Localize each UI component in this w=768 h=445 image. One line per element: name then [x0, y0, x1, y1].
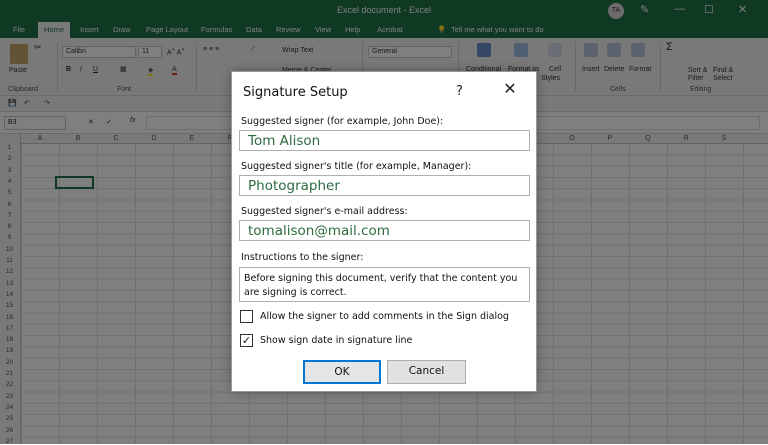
cancel-button[interactable]: Cancel — [387, 360, 466, 384]
instructions-line: are signing is correct. — [244, 287, 347, 298]
signer-label: Suggested signer (for example, John Doe)… — [241, 116, 444, 127]
dialog-close-button[interactable]: ✕ — [502, 81, 518, 97]
instructions-label: Instructions to the signer: — [241, 252, 364, 263]
show-date-checkbox[interactable]: ✓ — [240, 334, 253, 347]
signer-title-label: Suggested signer's title (for example, M… — [241, 161, 472, 172]
signer-title-input[interactable]: Photographer — [239, 175, 530, 196]
allow-comments-checkbox[interactable] — [240, 310, 253, 323]
ok-button[interactable]: OK — [303, 360, 381, 384]
dialog-title: Signature Setup — [243, 85, 348, 100]
signer-input[interactable]: Tom Alison — [239, 130, 530, 151]
signature-setup-dialog: Signature Setup ? ✕ Suggested signer (fo… — [231, 71, 537, 392]
allow-comments-label[interactable]: Allow the signer to add comments in the … — [260, 311, 509, 322]
instructions-textarea[interactable]: Before signing this document, verify tha… — [239, 267, 530, 302]
show-date-label[interactable]: Show sign date in signature line — [260, 335, 412, 346]
instructions-line: Before signing this document, verify tha… — [244, 273, 518, 284]
email-input[interactable]: tomalison@mail.com — [239, 220, 530, 241]
email-label: Suggested signer's e-mail address: — [241, 206, 408, 217]
help-button[interactable]: ? — [456, 84, 463, 99]
